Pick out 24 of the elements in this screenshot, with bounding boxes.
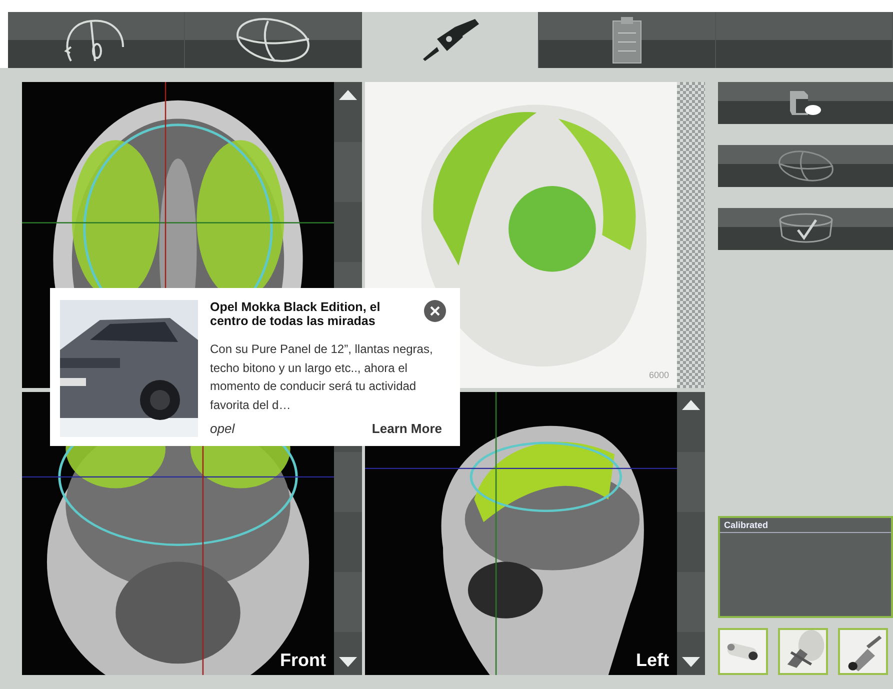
learn-more-button[interactable]: Learn More <box>372 421 450 436</box>
device-button[interactable] <box>778 628 828 675</box>
view-label: Left <box>636 650 669 671</box>
scrollbar[interactable] <box>677 392 705 675</box>
tool-button[interactable] <box>718 145 893 187</box>
close-button[interactable] <box>424 300 446 322</box>
down-arrow-icon[interactable] <box>682 657 700 667</box>
down-arrow-icon[interactable] <box>339 657 357 667</box>
scrollbar[interactable] <box>677 82 705 388</box>
tab[interactable] <box>185 12 362 68</box>
tab[interactable] <box>8 12 185 68</box>
status-title: Calibrated <box>720 518 891 533</box>
up-arrow-icon[interactable] <box>682 400 700 410</box>
close-icon <box>430 306 440 316</box>
device-button[interactable] <box>838 628 888 675</box>
tool-button[interactable] <box>718 208 893 250</box>
device-button[interactable] <box>718 628 768 675</box>
view-label: 6000 <box>648 370 669 380</box>
tool-button[interactable] <box>718 82 893 124</box>
up-arrow-icon[interactable] <box>339 90 357 100</box>
tab[interactable] <box>362 12 539 68</box>
advertiser-name: opel <box>210 421 235 436</box>
ellipsoid-icon <box>776 149 836 183</box>
view-label: Front <box>280 650 326 671</box>
